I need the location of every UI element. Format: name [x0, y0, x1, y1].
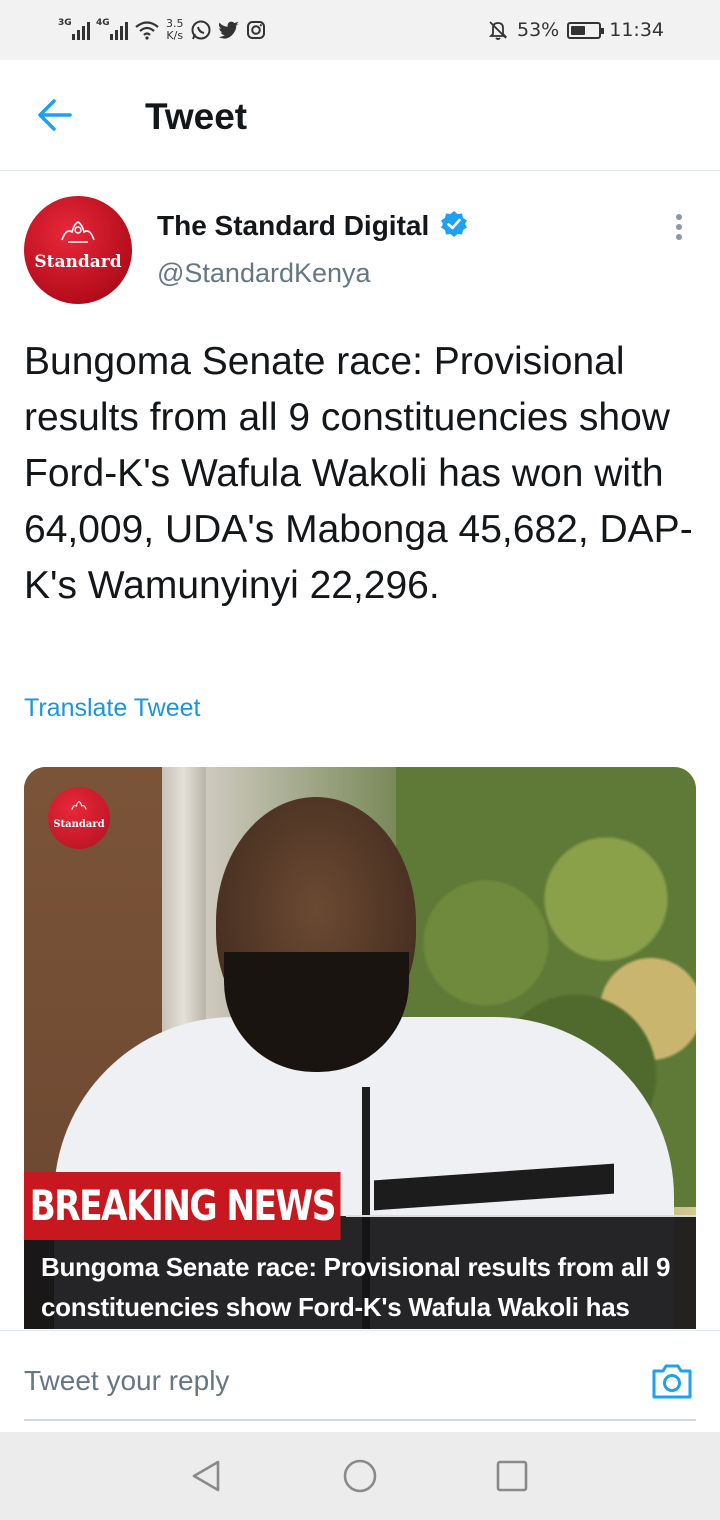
page-title: Tweet	[145, 96, 248, 137]
dot	[676, 234, 682, 240]
nav-back-icon	[192, 1460, 220, 1492]
clock: 11:34	[609, 19, 664, 41]
system-nav-bar	[0, 1432, 720, 1520]
camera-button[interactable]	[650, 1359, 694, 1403]
dot	[676, 214, 682, 220]
battery-icon	[567, 21, 605, 39]
back-button[interactable]	[30, 92, 80, 138]
battery-percent: 53%	[517, 19, 560, 41]
wifi-icon	[135, 21, 159, 40]
signal-3g-icon: 3G	[58, 18, 90, 40]
camera-icon	[652, 1364, 692, 1399]
reply-input[interactable]: Tweet your reply	[24, 1365, 229, 1397]
crest-icon	[61, 221, 95, 243]
twitter-icon	[217, 21, 239, 39]
breaking-news-banner: BREAKING NEWS	[24, 1172, 341, 1240]
nav-recents-button[interactable]	[492, 1456, 532, 1496]
speed-unit: K/s	[166, 29, 184, 42]
app-header: Tweet	[0, 60, 720, 171]
battery-fill	[571, 25, 586, 35]
author-handle[interactable]: @StandardKenya	[157, 258, 371, 289]
media-caption: Bungoma Senate race: Provisional results…	[41, 1252, 671, 1322]
avatar[interactable]: Standard	[24, 196, 132, 304]
network-type-label: 4G	[96, 18, 110, 28]
whatsapp-icon	[191, 20, 210, 40]
author-name[interactable]: The Standard Digital	[157, 210, 429, 242]
instagram-icon	[246, 21, 265, 39]
status-right-group: 53% 11:34	[487, 14, 664, 46]
tweet-media-image[interactable]: Standard BREAKING NEWS Bungoma Senate ra…	[24, 767, 696, 1329]
network-type-label: 3G	[58, 18, 72, 28]
signal-4g-icon: 4G	[96, 18, 128, 40]
more-options-button[interactable]	[664, 210, 694, 248]
tweet-text: Bungoma Senate race: Provisional results…	[24, 340, 693, 607]
status-left-group: 3G 4G 3.5 K/s	[58, 14, 266, 46]
avatar-brand-text: Standard	[34, 252, 122, 272]
standard-logo: Standard	[48, 787, 110, 849]
reply-bar: Tweet your reply	[0, 1330, 720, 1431]
logo-text: Standard	[53, 819, 105, 830]
nav-home-button[interactable]	[340, 1456, 380, 1496]
reply-underline	[24, 1419, 696, 1421]
network-speed: 3.5 K/s	[166, 18, 184, 42]
mute-icon	[488, 21, 508, 40]
crest-icon	[71, 800, 87, 810]
translate-tweet-link[interactable]: Translate Tweet	[24, 694, 200, 723]
nav-back-button[interactable]	[186, 1456, 226, 1496]
nav-home-icon	[343, 1459, 377, 1493]
caption-divider	[346, 1215, 696, 1217]
status-bar: 3G 4G 3.5 K/s 53% 11:34	[0, 0, 720, 60]
back-arrow-icon	[38, 99, 72, 131]
verified-badge-icon	[441, 211, 467, 237]
nav-recents-icon	[496, 1460, 528, 1492]
dot	[676, 224, 682, 230]
